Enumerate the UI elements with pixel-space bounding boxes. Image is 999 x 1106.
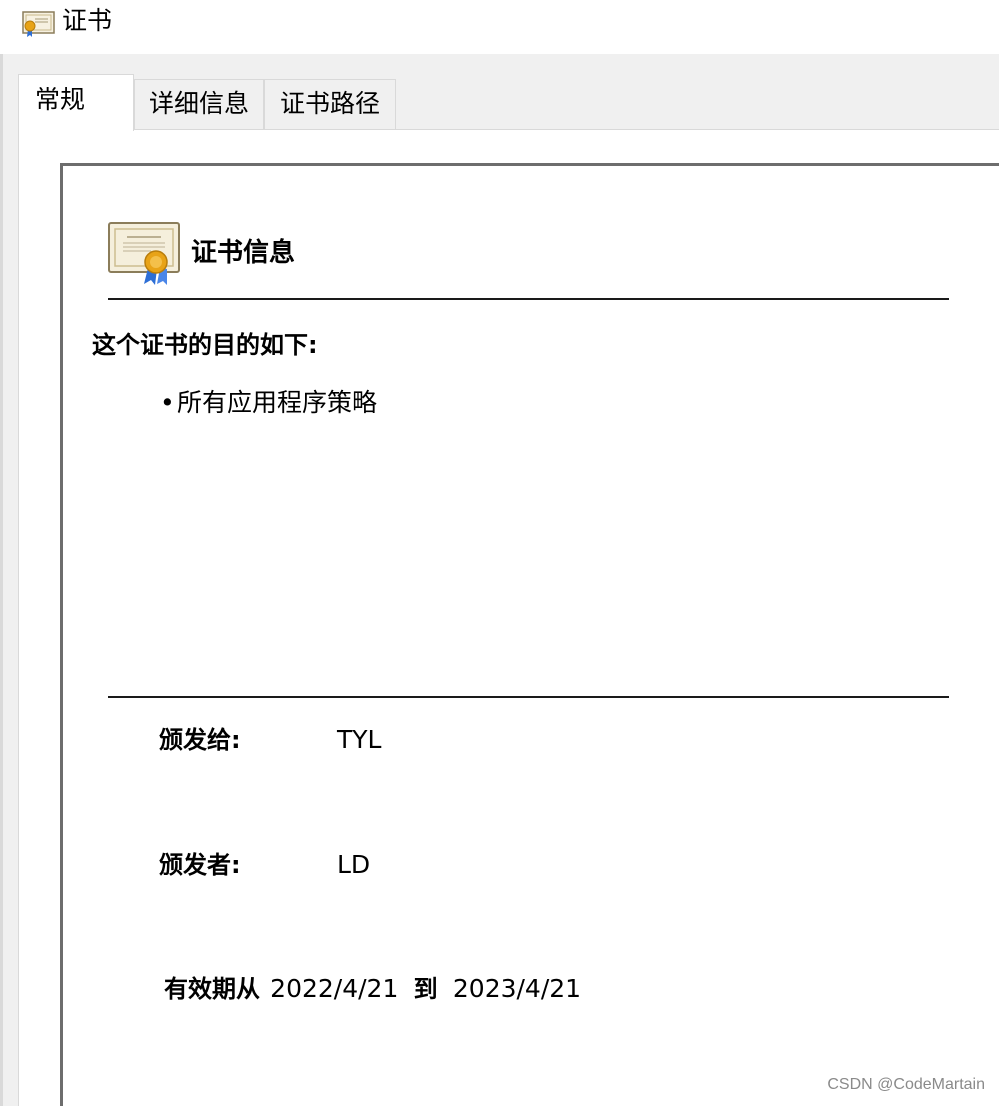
tab-general[interactable]: 常规	[18, 74, 134, 131]
tab-certification-path[interactable]: 证书路径	[264, 79, 396, 129]
valid-to-date: 2023/4/21	[452, 974, 582, 1003]
window-title: 证书	[62, 6, 113, 35]
valid-from-date: 2022/4/21	[270, 974, 399, 1003]
divider	[108, 298, 949, 300]
tab-details[interactable]: 详细信息	[134, 79, 264, 129]
divider	[108, 696, 949, 698]
certificate-icon	[107, 220, 183, 286]
list-item: •所有应用程序策略	[160, 385, 377, 421]
certificate-info-title: 证书信息	[191, 238, 296, 268]
validity-row: 有效期从 2022/4/21 到 2023/4/21	[164, 972, 581, 1006]
bullet: •	[160, 388, 175, 417]
issued-by-label: 颁发者:	[159, 851, 241, 879]
valid-to-label: 到	[413, 975, 438, 1003]
certificate-icon	[22, 8, 56, 38]
window-edge	[0, 0, 3, 1106]
title-bar: 证书	[0, 0, 999, 54]
purpose-text: 所有应用程序策略	[177, 388, 378, 417]
issued-by-value: LD	[337, 850, 371, 879]
purpose-list: •所有应用程序策略	[160, 385, 377, 421]
purpose-heading: 这个证书的目的如下:	[92, 331, 318, 359]
watermark: CSDN @CodeMartain	[827, 1076, 985, 1093]
certificate-dialog: 证书 常规 详细信息 证书路径 证书信息 这个证书的目的如下: •所有应用程序策…	[0, 0, 999, 1106]
issued-to-label: 颁发给:	[159, 726, 241, 754]
tab-strip: 常规 详细信息 证书路径	[18, 74, 999, 131]
certificate-info-box	[60, 163, 999, 1106]
issued-to-value: TYL	[337, 725, 382, 754]
valid-from-label: 有效期从	[164, 975, 260, 1003]
